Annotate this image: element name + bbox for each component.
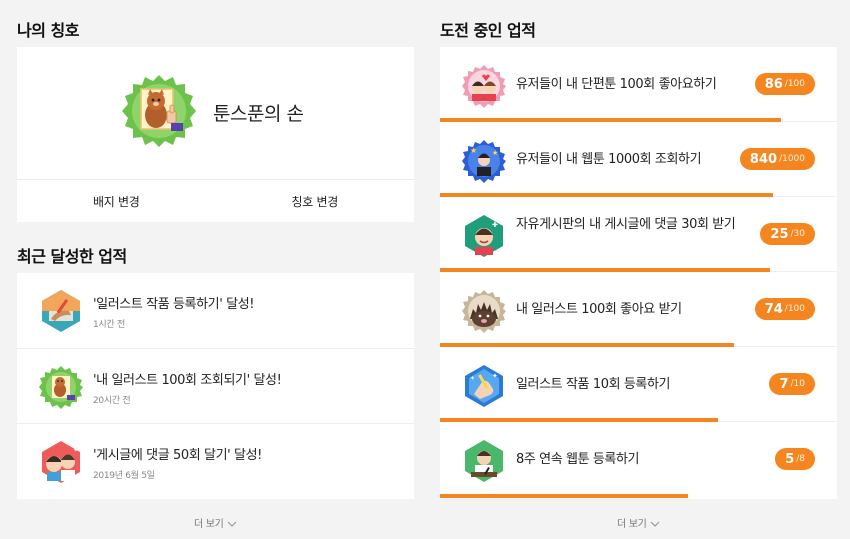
recent-achievements-card: '일러스트 작품 등록하기' 달성! 1시간 전 '내 일러스트 100회 조회… [17,273,414,499]
in-progress-achievements-card: 유저들이 내 단편툰 100회 좋아요하기 86/100 ★ ★ 유저들이 내 … [440,47,837,499]
drawing-hand-icon [42,290,80,332]
recent-item[interactable]: ✦ '게시글에 댓글 50회 달기' 달성! 2019년 6월 5일 [17,423,414,498]
progress-count-badge: 74/100 [754,298,815,320]
progress-item[interactable]: ★ ★ 유저들이 내 웹툰 1000회 조회하기 840/1000 [440,122,837,197]
progress-count-badge: 5/8 [775,448,815,470]
recent-item-title: '내 일러스트 100회 조회되기' 달성! [93,373,282,388]
progress-bar [440,494,689,498]
svg-text:✦: ✦ [470,375,475,382]
title-actions: 배지 변경 칭호 변경 [17,179,414,222]
progress-item-title: 유저들이 내 웹툰 1000회 조회하기 [516,152,702,167]
more-label: 더 보기 [194,519,224,530]
recent-item-time: 1시간 전 [93,320,125,330]
recent-item-time: 2019년 6월 5일 [93,471,155,481]
recent-more-link[interactable]: 더 보기 [194,515,237,530]
progress-count-badge: 840/1000 [739,148,815,170]
progress-item-title: 내 일러스트 100회 좋아요 받기 [516,302,682,317]
star-person-icon: ★ ★ [462,140,506,183]
hedgehog-icon [462,290,506,333]
svg-text:★: ★ [470,146,477,155]
title-change-button[interactable]: 칭호 변경 [216,180,415,222]
chevron-down-icon [227,521,237,527]
progress-count-badge: 25/30 [760,223,815,245]
svg-text:✚: ✚ [492,221,498,229]
progress-count-badge: 7/10 [769,373,815,395]
couple-hearts-icon [462,65,506,108]
cat-thumbs-up-badge-icon [122,75,196,147]
more-label: 더 보기 [617,519,647,530]
recent-item-time: 20시간 전 [93,396,131,406]
progress-item-title: 유저들이 내 단편툰 100회 좋아요하기 [516,77,717,92]
recent-item-title: '일러스트 작품 등록하기' 달성! [93,297,255,312]
comment-people-icon: ✦ [42,441,80,483]
svg-text:✦: ✦ [73,446,79,454]
recent-heading: 최근 달성한 업적 [17,247,127,266]
recent-item-title: '게시글에 댓글 50회 달기' 달성! [93,448,262,463]
progress-item[interactable]: ✚ 자유게시판의 내 게시글에 댓글 30회 받기 25/30 [440,197,837,272]
progress-item[interactable]: 내 일러스트 100회 좋아요 받기 74/100 [440,272,837,347]
svg-text:★: ★ [492,149,498,157]
progress-item-title: 8주 연속 웹툰 등록하기 [516,452,640,467]
progress-heading: 도전 중인 업적 [440,21,536,40]
boy-drawing-icon [465,440,503,482]
progress-item[interactable]: 유저들이 내 단편툰 100회 좋아요하기 86/100 [440,47,837,122]
pen-hand-icon: ✦ ✦ [465,365,503,407]
progress-item[interactable]: 8주 연속 웹툰 등록하기 5/8 [440,422,837,498]
smiling-boy-icon: ✚ [465,215,503,257]
cat-badge-icon [39,366,83,409]
progress-item[interactable]: ✦ ✦ 일러스트 작품 10회 등록하기 7/10 [440,347,837,422]
my-title-heading: 나의 칭호 [17,21,79,40]
progress-item-title: 일러스트 작품 10회 등록하기 [516,377,671,392]
badge-change-button[interactable]: 배지 변경 [17,180,216,222]
title-name: 툰스푼의 손 [213,103,304,125]
recent-item[interactable]: '일러스트 작품 등록하기' 달성! 1시간 전 [17,273,414,348]
chevron-down-icon [650,521,660,527]
progress-count-badge: 86/100 [754,73,815,95]
svg-text:✦: ✦ [492,372,498,380]
recent-item[interactable]: '내 일러스트 100회 조회되기' 달성! 20시간 전 [17,348,414,423]
progress-item-title: 자유게시판의 내 게시글에 댓글 30회 받기 [516,217,736,232]
progress-more-link[interactable]: 더 보기 [617,515,660,530]
my-title-card: 툰스푼의 손 배지 변경 칭호 변경 [17,47,414,222]
